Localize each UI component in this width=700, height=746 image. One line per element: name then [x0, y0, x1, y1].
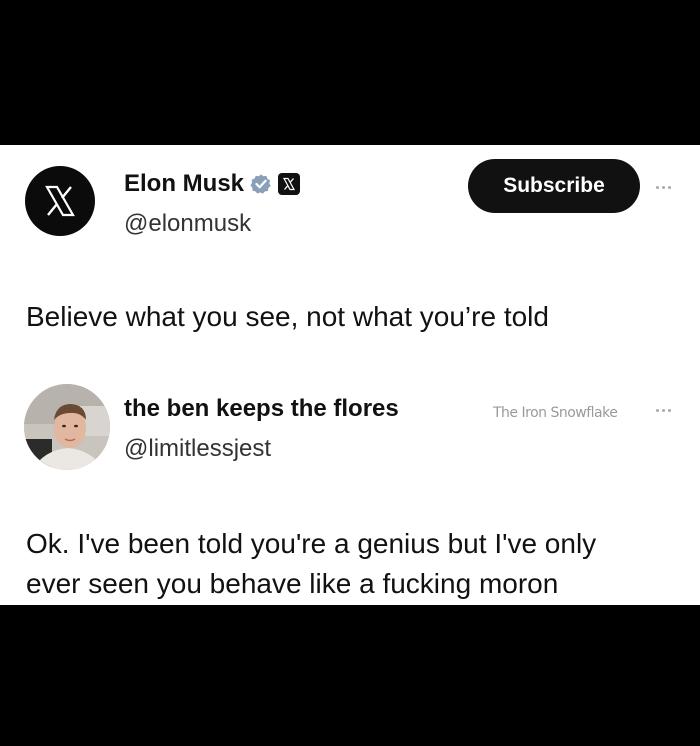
- reply-text-line-1: Ok. I've been told you're a genius but I…: [26, 528, 597, 559]
- reply-text-line-2: ever seen you behave like a fucking moro…: [26, 568, 559, 599]
- post-author-row: Elon Musk: [124, 170, 301, 198]
- watermark: The Iron Snowflake: [493, 405, 618, 421]
- post-more-options-icon[interactable]: [656, 182, 682, 192]
- elonmusk-avatar[interactable]: [25, 166, 95, 236]
- reply-display-name[interactable]: the ben keeps the flores: [124, 395, 399, 423]
- post-handle[interactable]: @elonmusk: [124, 210, 251, 238]
- reply-more-options-icon[interactable]: [656, 405, 682, 415]
- subscribe-button[interactable]: Subscribe: [468, 159, 640, 213]
- limitlessjest-avatar[interactable]: [24, 384, 110, 470]
- x-logo-icon: [45, 185, 75, 217]
- reply-handle[interactable]: @limitlessjest: [124, 435, 271, 463]
- verified-badge-icon: [250, 174, 271, 194]
- x-affiliation-icon: [278, 173, 301, 195]
- profile-photo: [24, 384, 110, 470]
- post-display-name[interactable]: Elon Musk: [124, 170, 244, 198]
- post-text: Believe what you see, not what you’re to…: [26, 301, 549, 332]
